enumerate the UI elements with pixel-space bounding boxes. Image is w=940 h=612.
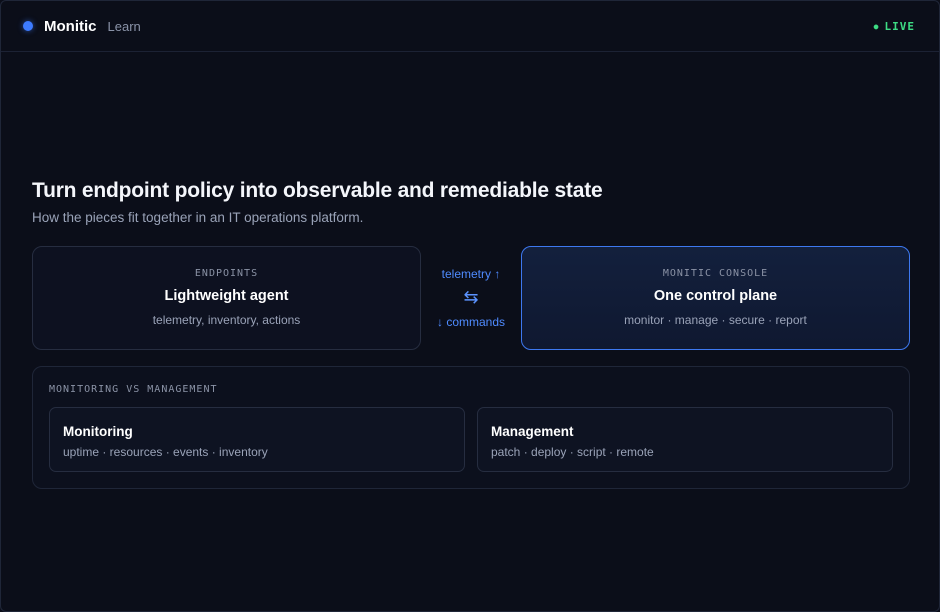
monitoring-description: uptime · resources · events · inventory [63, 445, 268, 459]
management-title: Management [491, 424, 574, 439]
console-title: One control plane [653, 288, 778, 304]
console-eyebrow: MONITIC CONSOLE [662, 268, 769, 279]
top-bar: Monitic Learn ● LIVE [1, 1, 939, 52]
status-dot-icon: ● [873, 21, 880, 31]
live-status-label: LIVE [884, 19, 915, 33]
brand-name[interactable]: Monitic [44, 18, 97, 35]
endpoints-eyebrow: ENDPOINTS [194, 268, 259, 279]
arrows-exchange-icon: ⇆ [463, 287, 479, 307]
comparison-heading: MONITORING VS MANAGEMENT [49, 384, 218, 395]
endpoints-card: ENDPOINTS Lightweight agent telemetry, i… [32, 246, 421, 350]
section-label[interactable]: Learn [108, 19, 141, 34]
page-subtitle: How the pieces fit together in an IT ope… [32, 210, 364, 225]
comparison-panel: MONITORING VS MANAGEMENT Monitoring upti… [32, 366, 910, 489]
commands-label: ↓ commands [436, 315, 506, 329]
console-description: monitor · manage · secure · report [624, 313, 807, 327]
console-card: MONITIC CONSOLE One control plane monito… [521, 246, 910, 350]
brand-dot-icon [23, 21, 33, 31]
management-card: Management patch · deploy · script · rem… [477, 407, 893, 472]
endpoints-title: Lightweight agent [164, 288, 289, 304]
telemetry-label: telemetry ↑ [441, 267, 501, 281]
app-window: Monitic Learn ● LIVE Turn endpoint policy… [0, 0, 940, 612]
monitoring-card: Monitoring uptime · resources · events ·… [49, 407, 465, 472]
management-description: patch · deploy · script · remote [491, 445, 654, 459]
live-status-badge: ● LIVE [874, 20, 915, 33]
monitoring-title: Monitoring [63, 424, 133, 439]
endpoints-description: telemetry, inventory, actions [152, 313, 301, 327]
page-title: Turn endpoint policy into observable and… [32, 179, 603, 202]
data-flow-connector: telemetry ↑ ⇆ ↓ commands [421, 246, 521, 350]
